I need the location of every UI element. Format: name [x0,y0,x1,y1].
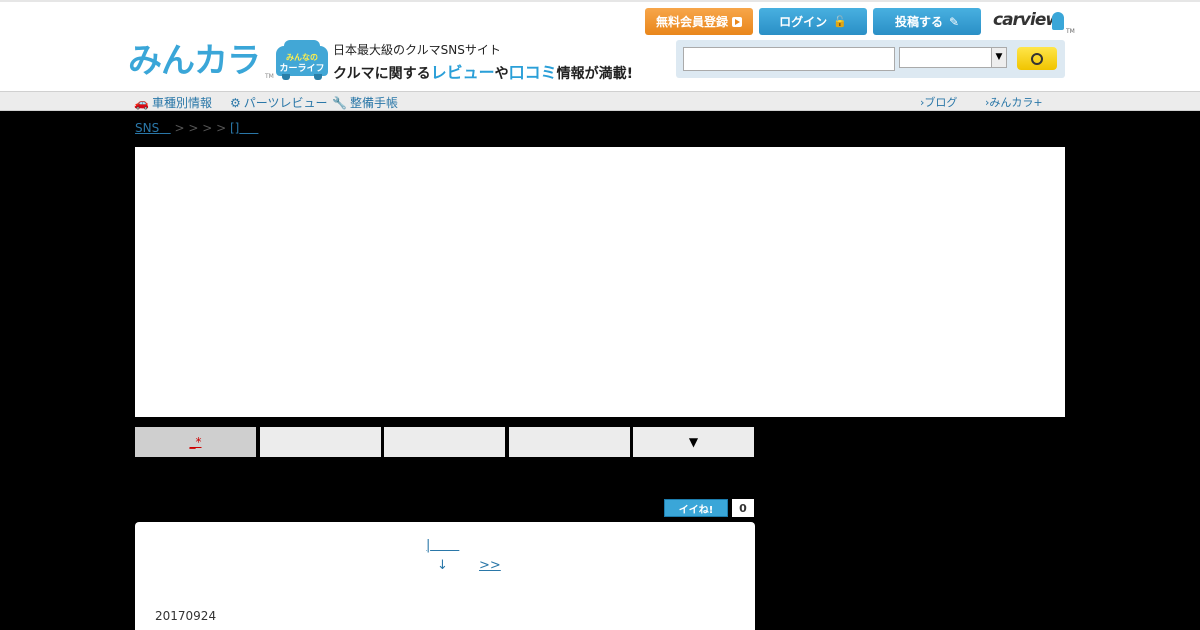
nav-minkara-plus[interactable]: ›みんカラ+ [985,94,1043,110]
carlife-car-icon: みんなの カーライフ [276,40,328,80]
gear-icon: ⚙ [230,95,241,110]
nav-car-info[interactable]: 🚗 車種別情報 [134,94,212,111]
like-button[interactable]: イイね! [664,499,728,517]
logo-text: みんカラ [128,41,261,81]
lock-icon: 🔓 [833,15,847,28]
article-card: | ↓ >> 20170924 [135,522,755,630]
search-category-select[interactable]: ▼ [899,47,1007,68]
login-label: ログイン [779,15,828,29]
minkara-logo[interactable]: みんカラ TM [128,39,274,83]
tagline: 日本最大級のクルマSNSサイト [333,43,501,57]
global-nav: 🚗 車種別情報 ⚙ パーツレビュー 🔧 整備手帳 ›ブログ ›みんカラ+ [0,91,1200,111]
link-top[interactable]: | [426,538,459,553]
nav-blog[interactable]: ›ブログ [920,94,957,110]
tagline-sub: クルマに関するレビューや口コミ情報が満載! [333,63,634,82]
search-box: ▼ [676,40,1065,78]
tab-1[interactable]: _* [135,427,256,457]
tab-4[interactable] [509,427,630,457]
tab-more[interactable]: ▼ [633,427,754,457]
breadcrumb: SNS > > > > [] [135,121,258,135]
nav-maintenance[interactable]: 🔧 整備手帳 [332,94,398,111]
login-button[interactable]: ログイン 🔓 [759,8,867,35]
post-date: 20170924 [155,609,217,623]
chevron-down-icon: ▼ [991,48,1006,67]
search-input[interactable] [683,47,895,71]
tab-2[interactable] [260,427,381,457]
like-count: 0 [732,499,754,517]
carview-mark-icon [1052,12,1064,30]
like-widget: イイね! 0 [664,499,754,517]
nav-parts-review[interactable]: ⚙ パーツレビュー [230,94,328,111]
breadcrumb-current[interactable]: [] [230,121,239,135]
site-header: みんカラ TM みんなの カーライフ 日本最大級のクルマSNSサイト クルマに関… [0,0,1200,91]
pen-icon: ✎ [948,14,960,29]
tab-3[interactable] [384,427,505,457]
register-label: 無料会員登録 [655,15,728,29]
carview-logo[interactable]: carview [993,10,1061,30]
link-down[interactable]: ↓ [437,558,448,573]
post-button[interactable]: 投稿する ✎ [873,8,981,35]
chevron-down-icon: ▼ [688,435,699,449]
carlife-line2: カーライフ [279,64,325,74]
content-tabs: _* ▼ [135,427,755,457]
breadcrumb-separators: > > > > [170,121,230,135]
carview-tm: TM [1066,28,1075,35]
wrench-icon: 🔧 [332,95,347,110]
register-button[interactable]: 無料会員登録 [645,8,753,35]
breadcrumb-sns[interactable]: SNS [135,121,159,135]
search-button[interactable] [1017,47,1057,70]
play-icon [732,16,742,27]
car-icon: 🚗 [134,95,149,110]
post-label: 投稿する [894,15,943,29]
search-icon [1031,52,1043,65]
link-next[interactable]: >> [479,558,501,573]
logo-tm: TM [265,73,274,80]
ad-banner-area [135,147,1065,417]
